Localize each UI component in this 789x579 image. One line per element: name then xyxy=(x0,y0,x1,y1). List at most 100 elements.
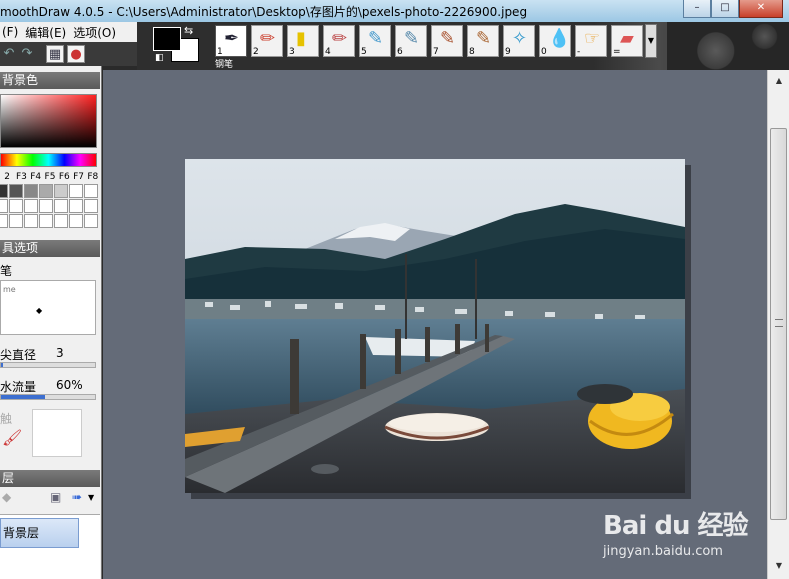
swap-colors-icon[interactable]: ⇆ xyxy=(184,24,193,37)
hue-slider[interactable] xyxy=(0,153,97,167)
brush-hotkey: 4 xyxy=(325,47,331,57)
color-swatch[interactable] xyxy=(39,184,53,198)
layer-item-background[interactable]: 背景层 xyxy=(0,518,79,548)
color-swatch[interactable] xyxy=(69,184,83,198)
watermark-logo: Bai du 经验 xyxy=(603,511,748,541)
brush-hotkey: 7 xyxy=(433,47,439,57)
menu-edit[interactable]: 编辑(E) xyxy=(23,24,71,41)
color-swatch[interactable] xyxy=(54,214,68,228)
grid-icon[interactable]: ▦ xyxy=(46,45,64,63)
tip-diameter-slider[interactable] xyxy=(0,362,96,368)
blur-icon: ✧ xyxy=(512,28,528,49)
redo-icon[interactable]: ↷ xyxy=(18,45,36,63)
menu-options[interactable]: 选项(O) xyxy=(71,24,121,41)
brush-1-button[interactable]: ✒ 1 xyxy=(215,25,247,57)
color-swatch[interactable] xyxy=(84,214,98,228)
color-swatch[interactable] xyxy=(84,199,98,213)
window-controls: – □ ✕ xyxy=(683,0,783,18)
record-icon[interactable]: ● xyxy=(67,45,85,63)
swatch-hotkey-label: F4 xyxy=(30,172,42,182)
color-swatch[interactable] xyxy=(54,199,68,213)
move-down-icon[interactable]: ◆ xyxy=(2,490,11,504)
tool-options-header: 具选项 xyxy=(0,240,100,257)
scroll-grip-icon xyxy=(775,319,783,327)
brush-9-button[interactable]: ✧ 9 xyxy=(503,25,535,57)
brush-4-button[interactable]: ✏ 4 xyxy=(323,25,355,57)
ink-flow-slider[interactable] xyxy=(0,394,96,400)
ink-flow-row: 水流量 60% xyxy=(0,378,83,395)
color-swatch[interactable] xyxy=(84,184,98,198)
scroll-thumb[interactable] xyxy=(770,128,787,520)
swatch-hotkey-label: F8 xyxy=(87,172,99,182)
color-swatch[interactable] xyxy=(0,214,8,228)
color-swatch[interactable] xyxy=(39,199,53,213)
swatch-hotkey-label: F7 xyxy=(73,172,84,182)
brush-5-button[interactable]: ✎ 5 xyxy=(359,25,391,57)
drawing-canvas[interactable] xyxy=(185,159,685,493)
merge-layer-icon[interactable]: ➠ xyxy=(72,490,82,504)
vertical-scrollbar[interactable]: ▲ ▼ xyxy=(767,70,789,579)
ink-flow-value: 60% xyxy=(56,378,83,392)
brush-3-button[interactable]: ▮ 3 xyxy=(287,25,319,57)
color-swatch[interactable] xyxy=(39,214,53,228)
spray-icon: ✎ xyxy=(404,28,420,49)
layer-list: 背景层 xyxy=(0,514,100,579)
brush-2-button[interactable]: ✏ 2 xyxy=(251,25,283,57)
eraser-icon: ▰ xyxy=(620,28,634,49)
color-swatch[interactable] xyxy=(24,184,38,198)
reset-colors-icon[interactable]: ◧ xyxy=(155,53,164,63)
menu-file[interactable]: (F) xyxy=(0,25,23,39)
brush-7-button[interactable]: ✎ 7 xyxy=(431,25,463,57)
blend-label: 触 xyxy=(0,412,13,426)
color-swatch[interactable] xyxy=(0,184,8,198)
brush-hotkey: 5 xyxy=(361,47,367,57)
layer-tools: ◆ ▣ ➠ ▼ xyxy=(0,490,100,508)
maximize-button[interactable]: □ xyxy=(711,0,739,18)
layers-header: 层 xyxy=(0,470,100,487)
brush-icon[interactable]: 🖌 xyxy=(2,428,22,447)
quick-toolbar: ↶ ↷ ▦ ● xyxy=(0,42,137,66)
brush-hotkey: 2 xyxy=(253,47,259,57)
brush-8-button[interactable]: ✎ 8 xyxy=(467,25,499,57)
pen-icon: ✒ xyxy=(224,28,240,49)
brush-11-button[interactable]: ☞ - xyxy=(575,25,607,57)
swatch-hotkey-label: 2 xyxy=(4,172,10,182)
copy-layer-icon[interactable]: ▣ xyxy=(50,490,61,504)
brush-hotkey: 8 xyxy=(469,47,475,57)
oil-brush-icon: ✎ xyxy=(476,28,492,49)
color-swatch[interactable] xyxy=(0,199,8,213)
tip-diameter-row: 尖直径 3 xyxy=(0,346,64,363)
canvas-workspace xyxy=(103,70,767,579)
pressure-point[interactable]: ◆ xyxy=(36,306,42,315)
color-swatch[interactable] xyxy=(9,184,23,198)
brush-dropdown-button[interactable]: ▼ xyxy=(645,24,657,58)
color-swatch[interactable] xyxy=(24,214,38,228)
color-swatch[interactable] xyxy=(9,214,23,228)
color-swatch[interactable] xyxy=(24,199,38,213)
close-button[interactable]: ✕ xyxy=(739,0,783,18)
left-panel: 背景色 2 F3 F4 F5 F6 F7 F8 具选项 笔 me ◆ 尖直径 3 水流量 6… xyxy=(0,66,102,579)
minimize-button[interactable]: – xyxy=(683,0,711,18)
brush-6-button[interactable]: ✎ 6 xyxy=(395,25,427,57)
pressure-label: 笔 xyxy=(0,264,13,278)
undo-icon[interactable]: ↶ xyxy=(0,45,18,63)
brush-10-button[interactable]: 💧 0 xyxy=(539,25,571,57)
foreground-color-swatch[interactable] xyxy=(153,27,181,51)
scroll-up-arrow-icon[interactable]: ▲ xyxy=(771,73,787,89)
brush-12-button[interactable]: ▰ = xyxy=(611,25,643,57)
ink-flow-label: 水流量 xyxy=(0,380,37,394)
color-swatch[interactable] xyxy=(69,214,83,228)
pressure-curve[interactable]: me ◆ xyxy=(0,280,96,335)
layer-menu-icon[interactable]: ▼ xyxy=(88,493,94,502)
brush-preview xyxy=(32,409,82,457)
toolbar-decoration xyxy=(667,22,789,70)
color-swatch[interactable] xyxy=(54,184,68,198)
marker-icon: ▮ xyxy=(296,28,306,49)
window-title: moothDraw 4.0.5 - C:\Users\Administrator… xyxy=(0,5,528,19)
scroll-down-arrow-icon[interactable]: ▼ xyxy=(771,558,787,574)
color-swatch[interactable] xyxy=(9,199,23,213)
selected-brush-label: 钢笔 xyxy=(215,60,234,70)
brush-toolbar: ⇆ ◧ ✒ 1 ✏ 2 ▮ 3 ✏ 4 ✎ 5 ✎ 6 ✎ 7 ✎ 8 ✧ 9 💧 0 ☞ - ▰ = 钢笔 ▼ xyxy=(137,22,789,70)
color-swatch[interactable] xyxy=(69,199,83,213)
color-picker-area[interactable] xyxy=(0,94,97,148)
